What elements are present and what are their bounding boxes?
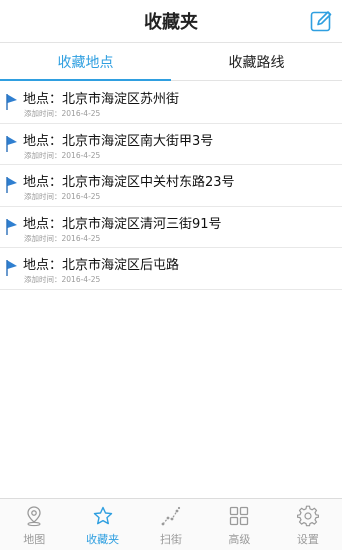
favorites-list: 地点：北京市海淀区苏州街 添加时间：2016-4-25 地点：北京市海淀区南大街… bbox=[0, 82, 342, 290]
tab-bar: 收藏地点 收藏路线 bbox=[0, 44, 342, 81]
item-date: 添加时间：2016-4-25 bbox=[24, 233, 101, 243]
gear-icon bbox=[296, 505, 319, 527]
item-title: 地点：北京市海淀区苏州街 bbox=[23, 92, 180, 107]
tab-label: 收藏地点 bbox=[57, 55, 114, 71]
nav-label: 地图 bbox=[23, 533, 46, 546]
item-date: 添加时间：2016-4-25 bbox=[24, 192, 101, 201]
list-item[interactable]: 地点：北京市海淀区中关村东路23号 添加时间：2016-4-25 bbox=[0, 165, 342, 207]
map-pin-icon bbox=[27, 506, 41, 527]
list-item[interactable]: 地点：北京市海淀区清河三街91号 添加时间：2016-4-25 bbox=[0, 207, 342, 248]
nav-map[interactable]: 地图 bbox=[0, 499, 68, 550]
nav-label: 高级 bbox=[228, 533, 251, 546]
bottom-nav: 地图 收藏夹 扫街 高级 设置 bbox=[0, 498, 342, 550]
nav-favorites[interactable]: 收藏夹 bbox=[68, 499, 136, 550]
nav-label: 收藏夹 bbox=[86, 533, 120, 546]
nav-label: 扫街 bbox=[160, 533, 183, 546]
grid-icon bbox=[230, 506, 249, 526]
page-title: 收藏夹 bbox=[144, 12, 198, 33]
item-date: 添加时间：2016-4-25 bbox=[24, 150, 101, 160]
nav-label: 设置 bbox=[296, 533, 319, 546]
flag-icon bbox=[6, 94, 17, 110]
flag-icon bbox=[6, 218, 17, 235]
nav-settings[interactable]: 设置 bbox=[274, 499, 342, 550]
item-title: 地点：北京市海淀区南大街甲3号 bbox=[23, 133, 214, 149]
tab-label: 收藏路线 bbox=[228, 55, 285, 71]
flag-icon bbox=[6, 177, 17, 193]
street-scan-icon bbox=[161, 506, 181, 526]
list-item[interactable]: 地点：北京市海淀区苏州街 添加时间：2016-4-25 bbox=[0, 82, 342, 124]
flag-icon bbox=[6, 260, 17, 276]
star-icon bbox=[93, 506, 112, 525]
tab-favorite-places[interactable]: 收藏地点 bbox=[0, 44, 171, 81]
item-title: 地点：北京市海淀区中关村东路23号 bbox=[23, 175, 235, 190]
edit-icon[interactable] bbox=[309, 9, 333, 33]
nav-street-scan[interactable]: 扫街 bbox=[137, 499, 205, 550]
tab-favorite-routes[interactable]: 收藏路线 bbox=[171, 44, 342, 80]
item-title: 地点：北京市海淀区后屯路 bbox=[23, 258, 180, 273]
item-date: 添加时间：2016-4-25 bbox=[24, 109, 101, 118]
item-title: 地点：北京市海淀区清河三街91号 bbox=[23, 216, 222, 232]
app-header: 收藏夹 bbox=[0, 0, 342, 43]
item-date: 添加时间：2016-4-25 bbox=[24, 275, 101, 284]
nav-advanced[interactable]: 高级 bbox=[205, 499, 273, 550]
list-item[interactable]: 地点：北京市海淀区后屯路 添加时间：2016-4-25 bbox=[0, 248, 342, 290]
list-item[interactable]: 地点：北京市海淀区南大街甲3号 添加时间：2016-4-25 bbox=[0, 124, 342, 165]
flag-icon bbox=[6, 135, 17, 152]
